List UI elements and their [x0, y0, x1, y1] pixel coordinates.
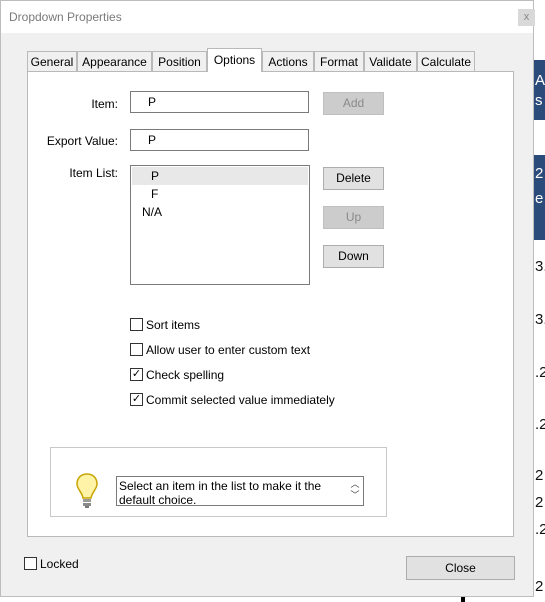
up-button[interactable]: Up [323, 206, 384, 229]
background-text: .2 [535, 364, 545, 381]
locked-checkbox[interactable] [24, 557, 37, 570]
down-button[interactable]: Down [323, 245, 384, 268]
lightbulb-icon [76, 473, 98, 508]
background-text: 3. [535, 311, 545, 328]
delete-button[interactable]: Delete [323, 167, 384, 190]
background-text: 2 [535, 494, 544, 511]
background-text: .2 [535, 521, 545, 538]
background-text: .2 [535, 416, 545, 433]
check-spelling-label: Check spelling [146, 368, 225, 382]
custom-text-label: Allow user to enter custom text [146, 343, 311, 357]
tip-scroll-arrows[interactable]: ︿ ﹀ [350, 479, 360, 501]
list-item[interactable]: P [132, 167, 308, 185]
item-label: Item: [91, 97, 118, 111]
sort-items-checkbox[interactable] [130, 318, 143, 331]
tab-format[interactable]: Format [314, 51, 364, 71]
list-item[interactable]: F [132, 185, 308, 203]
close-window-button[interactable]: x [518, 9, 535, 26]
commit-value-checkbox[interactable]: ✓ [130, 393, 143, 406]
title-bar[interactable]: Dropdown Properties x [1, 1, 535, 33]
tab-general[interactable]: General [27, 51, 77, 71]
window-title: Dropdown Properties [9, 10, 122, 24]
tab-validate[interactable]: Validate [364, 51, 417, 71]
background-text: 2 [535, 467, 544, 484]
tip-text-box: Select an item in the list to make it th… [116, 476, 364, 507]
item-input[interactable]: P [130, 91, 309, 113]
background-text: 2 [535, 165, 544, 182]
commit-value-label: Commit selected value immediately [146, 393, 335, 407]
check-spelling-checkbox[interactable]: ✓ [130, 368, 143, 381]
locked-label: Locked [40, 557, 79, 571]
close-button[interactable]: Close [406, 556, 515, 580]
add-button[interactable]: Add [323, 92, 384, 115]
background-text: e [535, 190, 544, 207]
item-list-label: Item List: [69, 166, 118, 180]
tab-actions[interactable]: Actions [262, 51, 314, 71]
tab-appearance[interactable]: Appearance [77, 51, 152, 71]
tab-options[interactable]: Options [207, 48, 262, 72]
tab-calculate[interactable]: Calculate [417, 51, 475, 71]
dropdown-properties-dialog: Dropdown Properties x General Appearance… [0, 0, 535, 597]
background-text: A [535, 72, 545, 89]
scroll-down-icon[interactable]: ﹀ [350, 490, 360, 501]
export-value-label: Export Value: [46, 134, 118, 148]
background-text: 3. [535, 258, 545, 275]
export-value-input[interactable]: P [130, 129, 309, 151]
item-list[interactable]: P F N/A [130, 165, 310, 285]
tip-box: Select an item in the list to make it th… [50, 447, 387, 517]
tip-text: Select an item in the list to make it th… [119, 479, 322, 507]
sort-items-label: Sort items [146, 318, 201, 332]
background-text: s [535, 92, 543, 109]
custom-text-checkbox[interactable] [130, 343, 143, 356]
list-item[interactable]: N/A [132, 203, 308, 221]
background-text: 2 [535, 578, 544, 595]
background-header-band [534, 60, 545, 120]
background-mark [461, 597, 465, 602]
scroll-up-icon[interactable]: ︿ [350, 479, 360, 490]
tab-position[interactable]: Position [152, 51, 207, 71]
